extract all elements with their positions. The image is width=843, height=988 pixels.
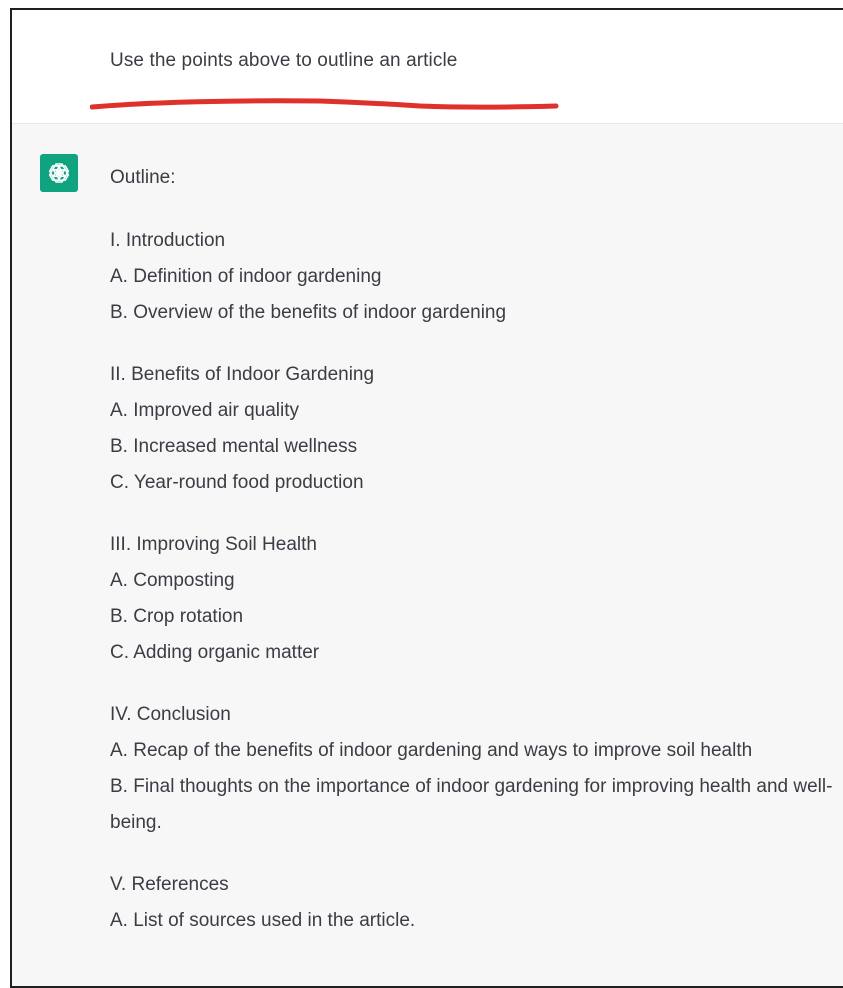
outline-section-conclusion: IV. Conclusion A. Recap of the benefits … <box>110 697 841 841</box>
section-item: A. Definition of indoor gardening <box>110 266 382 287</box>
section-item: C. Adding organic matter <box>110 642 320 663</box>
red-underline-annotation <box>90 98 559 110</box>
section-item: A. Composting <box>110 570 235 591</box>
assistant-message: Outline: I. Introduction A. Definition o… <box>12 124 843 986</box>
outline-section-introduction: I. Introduction A. Definition of indoor … <box>110 223 841 331</box>
section-item: B. Increased mental wellness <box>110 436 358 457</box>
user-message-text: Use the points above to outline an artic… <box>110 50 458 71</box>
outline-title: Outline: <box>110 167 176 188</box>
section-item: C. Year-round food production <box>110 472 364 493</box>
section-item: B. Crop rotation <box>110 606 244 627</box>
outline-section-references: V. References A. List of sources used in… <box>110 867 841 939</box>
section-heading: III. Improving Soil Health <box>110 534 317 555</box>
section-item: A. Recap of the benefits of indoor garde… <box>110 740 753 761</box>
section-item: A. Improved air quality <box>110 400 300 421</box>
section-heading: I. Introduction <box>110 230 226 251</box>
assistant-message-content: Outline: I. Introduction A. Definition o… <box>110 160 841 965</box>
screenshot-frame: Use the points above to outline an artic… <box>10 8 843 988</box>
outline-section-benefits: II. Benefits of Indoor Gardening A. Impr… <box>110 357 841 501</box>
openai-logo-icon <box>40 154 78 192</box>
section-heading: IV. Conclusion <box>110 704 231 725</box>
section-item: B. Overview of the benefits of indoor ga… <box>110 302 507 323</box>
section-item: B. Final thoughts on the importance of i… <box>110 776 833 833</box>
section-heading: II. Benefits of Indoor Gardening <box>110 364 375 385</box>
section-item: A. List of sources used in the article. <box>110 910 416 931</box>
section-heading: V. References <box>110 874 229 895</box>
user-message: Use the points above to outline an artic… <box>12 10 843 124</box>
outline-section-soil-health: III. Improving Soil Health A. Composting… <box>110 527 841 671</box>
